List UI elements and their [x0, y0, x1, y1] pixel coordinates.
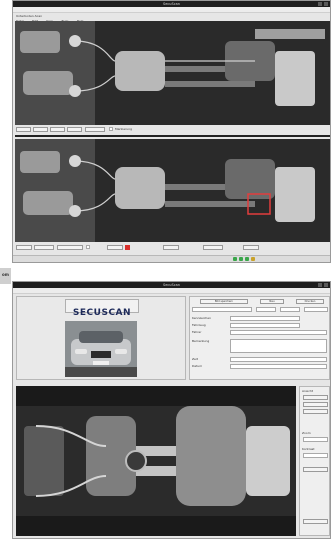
maximize-icon[interactable] [318, 2, 322, 6]
label-datum: Datum [192, 364, 203, 368]
label-kontrast: Kontrast [302, 447, 315, 451]
alarm-indicator [125, 245, 130, 250]
toolbar-label: Unterboden-Scan [16, 14, 43, 18]
marker-checkbox[interactable] [109, 127, 113, 131]
underbody-scan-image-3[interactable] [16, 386, 296, 536]
date-input[interactable] [280, 307, 300, 312]
close-icon[interactable] [324, 2, 328, 6]
label-fahrer: Fahrer [192, 330, 202, 334]
view-button-3[interactable] [303, 409, 328, 414]
pan-button[interactable] [50, 127, 65, 132]
side-tab-label: om [2, 272, 9, 277]
bottom-button-7[interactable] [243, 245, 259, 250]
label-fahrzeug: Fahrzeug [192, 323, 206, 327]
zoom-in-button[interactable] [16, 127, 31, 132]
underbody-scan-drawing-2 [15, 139, 330, 242]
status-icon-1[interactable] [233, 257, 237, 261]
label-kennzeichen: Kennzeichen [192, 316, 212, 320]
logo-text: SECUSCAN [72, 308, 132, 318]
vehicle-photo [65, 321, 137, 377]
bottom-checkbox[interactable] [86, 245, 90, 249]
label-ansicht: Ansicht [302, 389, 314, 393]
status-icon-2[interactable] [239, 257, 243, 261]
vehicle-form-panel: Bild speichern Neu Drucken Kennzeichen F… [189, 296, 330, 380]
print-button[interactable]: Drucken [296, 299, 324, 304]
car-front-image [65, 321, 137, 377]
logo-box: SECUSCAN [65, 299, 139, 318]
extra-input[interactable] [304, 307, 328, 312]
close-view-button[interactable] [303, 519, 328, 524]
view-control-panel: Ansicht Zoom Kontrast [299, 386, 330, 536]
status-bar [13, 255, 330, 262]
maximize-icon[interactable] [318, 283, 322, 287]
scan-window-bottom: SecuScan Datei Edit View Tools Help SECU… [12, 281, 331, 539]
fahrzeug-field[interactable] [230, 323, 300, 328]
underbody-scan-drawing-3 [16, 386, 296, 536]
datum-field[interactable] [230, 364, 327, 369]
view-button-1[interactable] [303, 395, 328, 400]
bottom-button-6[interactable] [203, 245, 223, 250]
fahrer-field[interactable] [230, 330, 327, 335]
new-button[interactable]: Neu [260, 299, 284, 304]
contrast-slider[interactable] [303, 453, 328, 458]
vehicle-info-panel: SECUSCAN [16, 296, 186, 380]
underbody-scan-image-2[interactable] [15, 139, 330, 242]
label-zeit: Zeit [192, 357, 198, 361]
label-bemerkung: Bemerkung [192, 339, 210, 343]
marker-checkbox-label: Markierung [115, 127, 133, 131]
kennzeichen-field[interactable] [230, 316, 300, 321]
plate-input[interactable] [192, 307, 252, 312]
scan-window-top: SecuScan Datei Edit View Tools Help Unte… [12, 0, 331, 263]
bottom-button-5[interactable] [163, 245, 179, 250]
bottom-button-2[interactable] [34, 245, 54, 250]
bottom-button-1[interactable] [16, 245, 32, 250]
view-button-2[interactable] [303, 402, 328, 407]
side-tab: om [0, 268, 11, 284]
label-zoom: Zoom [302, 431, 311, 435]
apply-button[interactable] [303, 467, 328, 472]
time-input[interactable] [256, 307, 276, 312]
status-icon-4[interactable] [251, 257, 255, 261]
bottom-button-4[interactable] [107, 245, 123, 250]
underbody-scan-image-1[interactable] [15, 21, 330, 125]
bemerkung-field[interactable] [230, 339, 327, 353]
menu-bar-2: Datei Edit View Tools Help [13, 288, 330, 304]
zoom-out-button[interactable] [33, 127, 48, 132]
status-icon-3[interactable] [245, 257, 249, 261]
zeit-field[interactable] [230, 357, 327, 362]
save-image-button[interactable]: Bild speichern [200, 299, 248, 304]
underbody-scan-drawing-1 [15, 21, 330, 125]
zoom-slider[interactable] [303, 437, 328, 442]
separator [15, 135, 330, 137]
bottom-button-3[interactable] [57, 245, 83, 250]
close-icon[interactable] [324, 283, 328, 287]
menu-bar: Datei Edit View Tools Help [13, 7, 330, 23]
reset-view-button[interactable] [67, 127, 82, 132]
compare-button[interactable] [85, 127, 105, 132]
